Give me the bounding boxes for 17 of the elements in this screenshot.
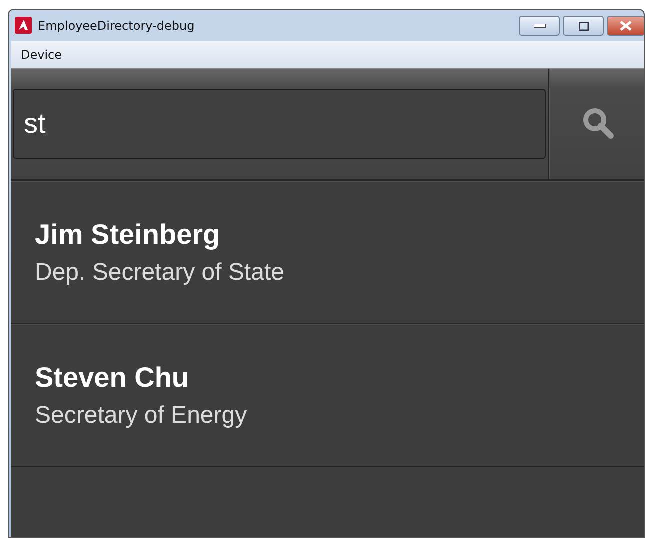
close-button[interactable]	[607, 16, 644, 36]
minimize-button[interactable]	[519, 16, 560, 36]
app-logo-icon	[15, 17, 32, 34]
search-field[interactable]: st	[13, 89, 546, 159]
employee-list-item[interactable]: Steven Chu Secretary of Energy	[11, 324, 644, 467]
window-title: EmployeeDirectory-debug	[38, 18, 196, 32]
employee-list-item[interactable]: Jim Steinberg Dep. Secretary of State	[11, 181, 644, 324]
employee-title: Dep. Secretary of State	[35, 258, 286, 286]
employee-title: Secretary of Energy	[35, 402, 248, 430]
minimize-icon	[534, 24, 546, 28]
employee-name: Steven Chu	[35, 362, 190, 394]
menu-item[interactable]: Device	[11, 48, 72, 62]
maximize-button[interactable]	[563, 16, 604, 36]
employee-name: Jim Steinberg	[35, 218, 222, 250]
search-icon	[582, 107, 616, 141]
close-icon	[620, 21, 632, 31]
maximize-icon	[578, 22, 588, 30]
